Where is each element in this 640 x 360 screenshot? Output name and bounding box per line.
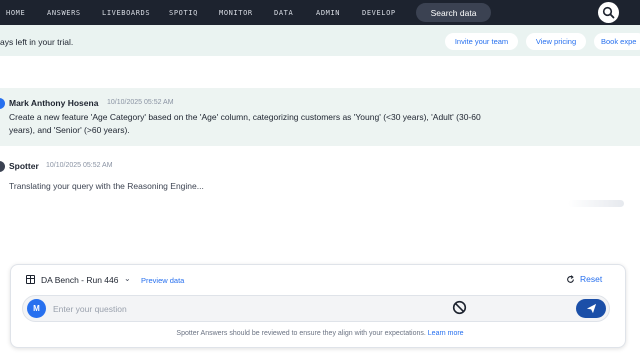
user-timestamp: 10/10/2025 05:52 AM: [107, 99, 174, 106]
spotter-avatar: [0, 161, 5, 172]
user-initial-avatar: M: [27, 299, 46, 318]
user-name: Mark Anthony Hosena: [9, 98, 99, 108]
not-allowed-icon: [452, 300, 467, 315]
spotter-name: Spotter: [9, 161, 39, 171]
user-message-line-1: Create a new feature 'Age Category' base…: [9, 112, 481, 122]
reset-icon: [567, 274, 574, 283]
nav-answers[interactable]: ANSWERS: [47, 9, 81, 17]
nav-data[interactable]: DATA: [274, 9, 293, 17]
loading-shimmer: [568, 200, 624, 207]
nav-monitor[interactable]: MONITOR: [219, 9, 253, 17]
question-input[interactable]: [53, 303, 413, 315]
spotter-status-text: Translating your query with the Reasonin…: [9, 181, 204, 191]
nav-admin[interactable]: ADMIN: [316, 9, 340, 17]
datasource-selector[interactable]: DA Bench - Run 446: [41, 275, 119, 285]
learn-more-link[interactable]: Learn more: [428, 330, 464, 337]
preview-data-link[interactable]: Preview data: [141, 276, 184, 285]
reset-button[interactable]: Reset: [566, 274, 602, 284]
invite-team-button[interactable]: Invite your team: [445, 33, 518, 50]
trial-text: ays left in your trial.: [0, 37, 74, 47]
disclaimer-text: Spotter Answers should be reviewed to en…: [176, 330, 426, 337]
top-nav: HOME ANSWERS LIVEBOARDS SPOTIQ MONITOR D…: [0, 0, 640, 25]
table-icon: [26, 275, 35, 284]
search-data-button[interactable]: Search data: [416, 3, 491, 22]
disclaimer: Spotter Answers should be reviewed to en…: [0, 330, 640, 337]
nav-home[interactable]: HOME: [6, 9, 25, 17]
spotter-timestamp: 10/10/2025 05:52 AM: [46, 162, 113, 169]
reset-label: Reset: [580, 274, 603, 284]
nav-spotiq[interactable]: SPOTIQ: [169, 9, 198, 17]
nav-liveboards[interactable]: LIVEBOARDS: [102, 9, 150, 17]
search-icon[interactable]: [598, 2, 619, 23]
view-pricing-button[interactable]: View pricing: [526, 33, 586, 50]
send-button[interactable]: [576, 299, 606, 318]
user-message-line-2: years), and 'Senior' (>60 years).: [9, 125, 130, 135]
book-expert-button[interactable]: Book expe: [594, 33, 640, 50]
nav-develop[interactable]: DEVELOP: [362, 9, 396, 17]
send-icon: [586, 303, 596, 314]
chevron-down-icon[interactable]: ⌄: [124, 274, 131, 283]
